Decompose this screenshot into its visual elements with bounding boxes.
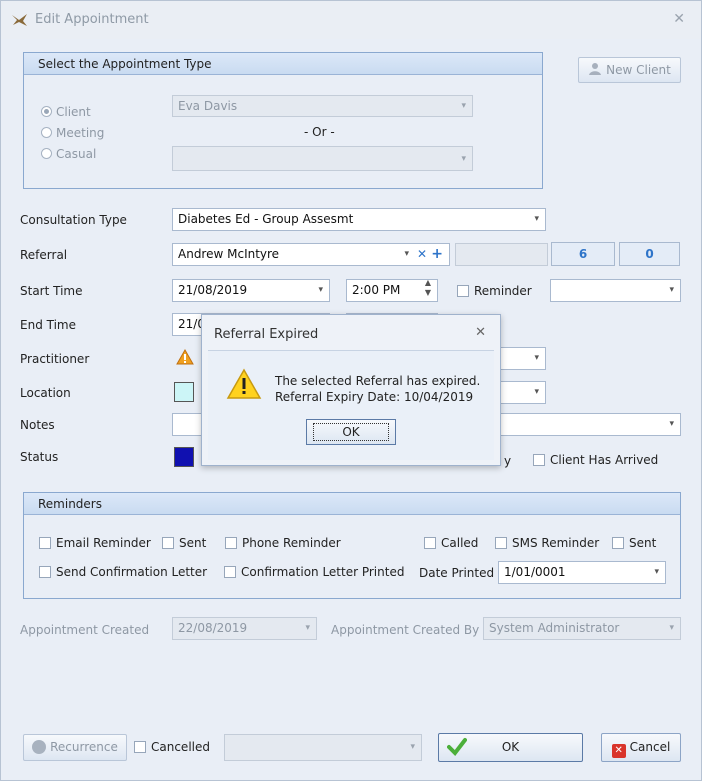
recurrence-icon <box>32 740 47 754</box>
checkbox-icon <box>225 537 237 549</box>
date-printed-picker[interactable]: 1/01/0001 ▾ <box>498 561 666 584</box>
location-label: Location <box>20 386 71 400</box>
reminder-checkbox[interactable]: Reminder <box>457 284 532 298</box>
checkmark-icon <box>447 737 467 767</box>
radio-casual[interactable]: Casual <box>41 147 96 161</box>
referral-count-1: 6 <box>551 242 615 266</box>
date-printed-label: Date Printed <box>419 566 495 580</box>
close-icon[interactable]: ✕ <box>673 11 685 27</box>
title-bar: Edit Appointment ✕ <box>1 1 701 39</box>
chevron-down-icon[interactable]: ▾ <box>404 244 409 265</box>
chevron-down-icon: ▾ <box>534 214 539 224</box>
warning-icon <box>226 368 262 403</box>
user-icon <box>588 60 602 75</box>
chevron-down-icon: ▾ <box>534 387 539 397</box>
ok-button[interactable]: OK <box>438 733 583 762</box>
chevron-down-icon: ▾ <box>669 419 674 429</box>
dialog-body: The selected Referral has expired. Refer… <box>208 350 494 460</box>
dialog-message-line-1: The selected Referral has expired. <box>275 374 481 388</box>
consultation-type-label: Consultation Type <box>20 213 127 227</box>
app-logo-icon <box>12 14 27 26</box>
start-date-picker[interactable]: 21/08/2019 ▾ <box>172 279 330 302</box>
email-sent-checkbox[interactable]: Sent <box>162 536 206 550</box>
checkbox-icon <box>495 537 507 549</box>
created-by-field: System Administrator ▾ <box>483 617 681 640</box>
checkbox-icon <box>134 741 146 753</box>
add-icon[interactable]: + <box>431 244 443 265</box>
cancel-icon: ✕ <box>611 744 626 758</box>
start-time-spinner[interactable]: 2:00 PM ▲ ▼ <box>346 279 438 302</box>
chevron-down-icon: ▾ <box>461 101 466 111</box>
referral-select[interactable]: Andrew McIntyre ▾ ✕ + <box>172 243 450 266</box>
cancel-reason-select[interactable]: ▾ <box>224 734 422 761</box>
appointment-created-date: 22/08/2019 ▾ <box>172 617 317 640</box>
location-color-swatch[interactable] <box>174 382 194 402</box>
dialog-close-icon[interactable]: ✕ <box>475 325 486 340</box>
email-reminder-checkbox[interactable]: Email Reminder <box>39 536 151 550</box>
phone-reminder-checkbox[interactable]: Phone Reminder <box>225 536 341 550</box>
cancelled-checkbox[interactable]: Cancelled <box>134 740 210 754</box>
referral-count-2: 0 <box>619 242 680 266</box>
dialog-title: Referral Expired <box>214 327 319 342</box>
practitioner-label: Practitioner <box>20 352 90 366</box>
chevron-down-icon: ▾ <box>461 154 466 164</box>
chevron-down-icon: ▾ <box>410 742 415 752</box>
confirmation-printed-checkbox[interactable]: Confirmation Letter Printed <box>224 565 404 579</box>
clear-icon[interactable]: ✕ <box>417 244 427 265</box>
status-color-swatch[interactable] <box>174 447 194 467</box>
start-time-label: Start Time <box>20 284 83 298</box>
client-has-arrived-checkbox[interactable]: Client Has Arrived <box>533 453 658 467</box>
edit-appointment-window: Edit Appointment ✕ Select the Appointmen… <box>0 0 702 781</box>
status-partial-text: y <box>504 454 512 468</box>
checkbox-icon <box>457 285 469 297</box>
sms-reminder-checkbox[interactable]: SMS Reminder <box>495 536 599 550</box>
chevron-down-icon: ▾ <box>669 285 674 295</box>
new-client-button[interactable]: New Client <box>578 57 681 83</box>
chevron-down-icon: ▾ <box>669 623 674 633</box>
chevron-down-icon: ▾ <box>534 353 539 363</box>
client-select[interactable]: Eva Davis ▾ <box>172 95 473 117</box>
radio-client[interactable]: Client <box>41 105 91 119</box>
chevron-down-icon: ▾ <box>318 285 323 295</box>
dialog-ok-button[interactable]: OK <box>306 419 396 445</box>
checkbox-icon <box>424 537 436 549</box>
notes-label: Notes <box>20 418 55 432</box>
send-confirmation-checkbox[interactable]: Send Confirmation Letter <box>39 565 207 579</box>
dialog-message: The selected Referral has expired. Refer… <box>275 373 480 405</box>
checkbox-icon <box>612 537 624 549</box>
reminder-select[interactable]: ▾ <box>550 279 681 302</box>
checkbox-icon <box>39 566 51 578</box>
referral-expired-dialog: Referral Expired ✕ The selected Referral… <box>201 314 501 466</box>
checkbox-icon <box>533 454 545 466</box>
appointment-created-label: Appointment Created <box>20 623 150 637</box>
sms-sent-checkbox[interactable]: Sent <box>612 536 656 550</box>
created-by-label: Appointment Created By <box>331 623 480 637</box>
referral-label: Referral <box>20 248 68 262</box>
chevron-down-icon: ▾ <box>305 623 310 633</box>
recurrence-button[interactable]: Recurrence <box>23 734 127 761</box>
radio-dot-icon <box>41 127 52 138</box>
spinner-arrows-icon[interactable]: ▲ ▼ <box>425 280 431 298</box>
end-time-label: End Time <box>20 318 76 332</box>
referral-info-field <box>455 243 548 266</box>
warning-icon <box>176 348 194 368</box>
status-label: Status <box>20 450 59 464</box>
reminders-header: Reminders <box>24 493 680 515</box>
or-label: - Or - <box>304 125 335 139</box>
dialog-message-line-2: Referral Expiry Date: 10/04/2019 <box>275 390 474 404</box>
appointment-type-header: Select the Appointment Type <box>24 53 542 75</box>
checkbox-icon <box>224 566 236 578</box>
chevron-down-icon: ▾ <box>654 567 659 577</box>
window-title: Edit Appointment <box>35 12 149 27</box>
radio-meeting[interactable]: Meeting <box>41 126 104 140</box>
checkbox-icon <box>39 537 51 549</box>
cancel-button[interactable]: ✕ Cancel <box>601 733 681 762</box>
checkbox-icon <box>162 537 174 549</box>
called-checkbox[interactable]: Called <box>424 536 478 550</box>
radio-dot-icon <box>41 148 52 159</box>
radio-dot-icon <box>41 106 52 117</box>
consultation-type-select[interactable]: Diabetes Ed - Group Assesmt ▾ <box>172 208 546 231</box>
other-select[interactable]: ▾ <box>172 146 473 171</box>
